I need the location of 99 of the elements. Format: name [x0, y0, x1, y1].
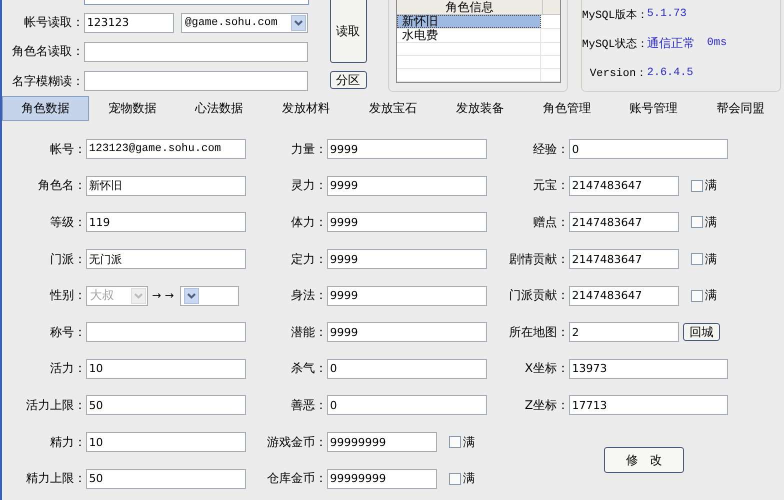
text-field[interactable]: 2147483647: [569, 286, 679, 306]
checkbox-label: 满: [705, 177, 717, 194]
field-label: Z坐标：: [524, 396, 569, 414]
text-field[interactable]: 9999: [327, 286, 487, 306]
field-label: 活力：: [49, 360, 86, 378]
field-label: 门派贡献：: [508, 287, 569, 304]
field-label: 体力：: [290, 214, 327, 231]
field-label: 潜能：: [290, 324, 327, 341]
field-label: 门派：: [49, 250, 86, 268]
checkbox[interactable]: [691, 290, 703, 302]
tab[interactable]: 心法数据: [176, 96, 263, 121]
field-label: 精力上限：: [25, 470, 86, 488]
arrows-text: → →: [152, 289, 174, 302]
field-label: 角色名读取：: [11, 43, 84, 60]
text-field[interactable]: 9999: [327, 322, 487, 342]
status-label: Version：: [588, 67, 647, 80]
field-label: 帐号读取：: [23, 14, 84, 31]
text-field[interactable]: 2147483647: [569, 249, 679, 270]
partition-button[interactable]: 分区: [330, 71, 366, 89]
text-field[interactable]: 2: [569, 322, 679, 342]
checkbox-label: 满: [463, 434, 475, 451]
checkbox[interactable]: [691, 253, 703, 266]
column-header: 角色信息: [397, 0, 543, 14]
return-city-button[interactable]: 回城: [683, 323, 720, 342]
text-field[interactable]: 50: [86, 468, 246, 489]
checkbox-label: 满: [705, 287, 717, 304]
field-label: 活力上限：: [25, 396, 86, 414]
text-field[interactable]: 119: [86, 212, 246, 232]
field-label: 角色名：: [37, 177, 86, 194]
text-field[interactable]: 123123: [84, 12, 174, 32]
read-button[interactable]: 读取: [330, 0, 366, 63]
text-field[interactable]: 13973: [569, 358, 728, 379]
text-field[interactable]: [84, 71, 308, 92]
checkbox[interactable]: [449, 436, 461, 448]
field-label: 力量：: [290, 140, 327, 158]
field-label: 性别：: [48, 287, 86, 304]
status-label: MySQL版本：: [582, 9, 647, 22]
text-field[interactable]: [84, 0, 309, 5]
tab[interactable]: 宠物数据: [88, 96, 176, 121]
field-label: 等级：: [49, 214, 86, 231]
tab[interactable]: 帮会同盟: [697, 96, 784, 121]
field-label: 身法：: [290, 287, 327, 304]
field-label: 所在地图：: [508, 324, 569, 341]
tab[interactable]: 发放宝石: [350, 96, 436, 121]
field-label: 仓库金币：: [266, 470, 327, 488]
list-item[interactable]: 新怀旧: [397, 15, 541, 28]
field-label: 定力：: [290, 250, 327, 268]
checkbox-label: 满: [463, 470, 475, 488]
checkbox[interactable]: [691, 216, 703, 228]
field-label: 善恶：: [290, 396, 327, 414]
status-value: 2.6.4.5: [647, 66, 694, 79]
tab[interactable]: 账号管理: [610, 96, 698, 121]
field-label: 帐号：: [49, 140, 86, 158]
field-label: 称号：: [49, 324, 86, 341]
text-field[interactable]: 新怀旧: [86, 176, 246, 196]
text-field[interactable]: 2147483647: [569, 212, 679, 232]
tab[interactable]: 发放装备: [436, 96, 524, 121]
field-label: 精力：: [49, 434, 86, 451]
text-field[interactable]: 99999999: [327, 468, 437, 489]
checkbox[interactable]: [691, 180, 703, 192]
tab[interactable]: 角色管理: [523, 96, 610, 121]
text-field[interactable]: 9999: [327, 212, 487, 232]
modify-button[interactable]: 修 改: [604, 447, 684, 474]
field-label: 剧情贡献：: [508, 250, 569, 268]
text-field[interactable]: 2147483647: [569, 176, 679, 196]
text-field[interactable]: 123123@game.sohu.com: [86, 139, 246, 160]
text-field[interactable]: 99999999: [327, 432, 437, 452]
latency-text: 0ms: [707, 37, 727, 50]
tab[interactable]: 角色数据: [2, 96, 89, 121]
text-field[interactable]: 无门派: [86, 249, 246, 270]
text-field[interactable]: 9999: [327, 249, 487, 270]
status-label: MySQL状态：: [582, 38, 647, 51]
field-label: 元宝：: [532, 177, 569, 194]
domain-dropdown[interactable]: @game.sohu.com: [181, 12, 308, 32]
field-label: 杀气：: [290, 360, 327, 378]
field-label: 游戏金币：: [266, 434, 327, 451]
text-field[interactable]: 9999: [327, 176, 487, 196]
field-label: X坐标：: [524, 360, 569, 378]
checkbox[interactable]: [449, 472, 461, 485]
list-item[interactable]: 水电费: [397, 29, 541, 42]
checkbox-label: 满: [705, 214, 717, 231]
status-value: 5.1.73: [647, 8, 687, 20]
field-label: 灵力：: [290, 177, 327, 194]
text-field[interactable]: 0: [327, 395, 487, 416]
field-label: 名字模糊读：: [11, 72, 84, 90]
text-field[interactable]: 9999: [327, 139, 487, 160]
field-label: 经验：: [532, 140, 569, 158]
field-label: 赠点：: [532, 214, 569, 231]
text-field[interactable]: 0: [327, 358, 487, 379]
text-field[interactable]: [84, 42, 308, 62]
tab[interactable]: 发放材料: [262, 96, 350, 121]
text-field[interactable]: 10: [86, 432, 246, 452]
checkbox-label: 满: [705, 250, 717, 268]
text-field[interactable]: [86, 322, 246, 342]
text-field[interactable]: 0: [569, 139, 728, 160]
text-field[interactable]: 50: [86, 395, 246, 416]
text-field[interactable]: 10: [86, 358, 246, 379]
status-value: 通信正常: [647, 34, 695, 52]
text-field[interactable]: 17713: [569, 395, 728, 416]
